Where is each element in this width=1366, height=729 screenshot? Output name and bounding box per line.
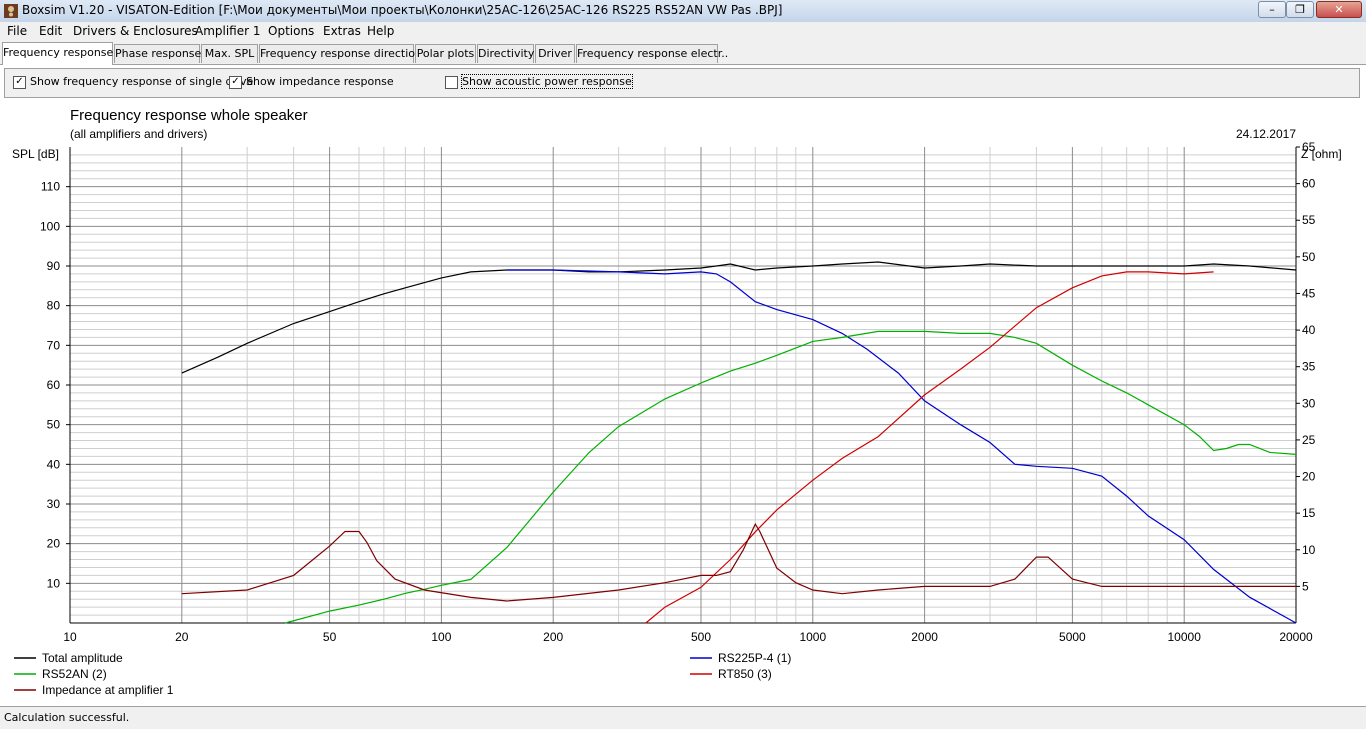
series-line-total-amplitude: [181, 261, 1297, 374]
menu-extras[interactable]: Extras: [323, 24, 361, 38]
impedance-label[interactable]: Show impedance response: [246, 75, 394, 88]
chart-title: Frequency response whole speaker: [70, 107, 308, 124]
tab-max-spl[interactable]: Max. SPL: [201, 44, 258, 63]
tab-frequency-response-electr[interactable]: Frequency response electr..: [576, 44, 728, 63]
checkmark-icon: ✓: [15, 76, 24, 87]
chart-area: Frequency response whole speaker (all am…: [0, 100, 1366, 704]
y-tick-label: 110: [41, 180, 60, 194]
chart-subtitle: (all amplifiers and drivers): [70, 127, 207, 141]
y-axis-label: SPL [dB]: [12, 147, 59, 161]
y2-tick-label: 45: [1302, 286, 1316, 300]
title-bar: Boxsim V1.20 - VISATON-Edition [F:\Мои д…: [0, 0, 1366, 23]
legend-label: RS52AN (2): [42, 667, 107, 681]
y-tick-label: 50: [47, 418, 61, 432]
minimize-button[interactable]: –: [1258, 1, 1286, 18]
maximize-button[interactable]: ❐: [1286, 1, 1314, 18]
y-tick-label: 40: [47, 457, 61, 471]
acoustic-power-label[interactable]: Show acoustic power response: [461, 74, 633, 89]
x-tick-label: 10000: [1168, 630, 1202, 644]
options-panel: ✓ Show frequency response of single driv…: [4, 68, 1360, 98]
checkmark-icon: ✓: [231, 76, 240, 87]
y-tick-label: 70: [47, 338, 61, 352]
menu-file[interactable]: File: [7, 24, 27, 38]
x-tick-label: 5000: [1059, 630, 1086, 644]
window-title: Boxsim V1.20 - VISATON-Edition [F:\Мои д…: [22, 3, 783, 17]
series-line-rs225p-4-1: [506, 269, 1297, 624]
close-icon: ✕: [1334, 3, 1344, 16]
menu-bar: File Edit Drivers & Enclosures Amplifier…: [0, 22, 1366, 42]
x-tick-label: 10: [63, 630, 77, 644]
x-tick-label: 200: [543, 630, 563, 644]
close-button[interactable]: ✕: [1316, 1, 1362, 18]
legend-label: Impedance at amplifier 1: [42, 683, 174, 697]
menu-help[interactable]: Help: [367, 24, 394, 38]
x-tick-label: 1000: [799, 630, 826, 644]
acoustic-power-checkbox[interactable]: [445, 76, 458, 89]
y2-tick-label: 20: [1302, 470, 1316, 484]
menu-drivers-enclosures[interactable]: Drivers & Enclosures: [73, 24, 198, 38]
x-tick-label: 20: [175, 630, 189, 644]
x-tick-label: 500: [691, 630, 711, 644]
legend-label: Total amplitude: [42, 651, 123, 665]
menu-options[interactable]: Options: [268, 24, 314, 38]
status-text: Calculation successful.: [4, 711, 130, 724]
status-bar: Calculation successful.: [0, 706, 1366, 729]
y-tick-label: 10: [47, 576, 61, 590]
y2-tick-label: 30: [1302, 396, 1316, 410]
y2-tick-label: 60: [1302, 177, 1316, 191]
frequency-response-chart: Frequency response whole speaker (all am…: [12, 107, 1342, 697]
y2-tick-label: 15: [1302, 506, 1316, 520]
tab-driver[interactable]: Driver: [535, 44, 575, 63]
minimize-icon: –: [1269, 3, 1275, 16]
y2-tick-label: 50: [1302, 250, 1316, 264]
tab-polar-plots[interactable]: Polar plots: [415, 44, 476, 63]
tab-bar: Frequency response. Phase response Max. …: [0, 42, 1366, 65]
x-tick-label: 100: [431, 630, 451, 644]
legend-label: RS225P-4 (1): [718, 651, 791, 665]
y-tick-label: 30: [47, 497, 61, 511]
y2-tick-label: 35: [1302, 360, 1316, 374]
y-tick-label: 60: [47, 378, 61, 392]
y2-tick-label: 10: [1302, 543, 1316, 557]
y2-tick-label: 55: [1302, 213, 1316, 227]
y-tick-label: 90: [47, 259, 61, 273]
chart-date: 24.12.2017: [1236, 127, 1296, 141]
single-drive-checkbox[interactable]: ✓: [13, 76, 26, 89]
x-tick-label: 50: [323, 630, 337, 644]
y2-tick-label: 5: [1302, 579, 1309, 593]
y-tick-label: 80: [47, 299, 61, 313]
single-drive-label[interactable]: Show frequency response of single drive: [30, 75, 253, 88]
y2-tick-label: 65: [1302, 140, 1316, 154]
x-tick-label: 2000: [911, 630, 938, 644]
y2-tick-label: 40: [1302, 323, 1316, 337]
y-tick-label: 20: [47, 537, 61, 551]
boxsim-app-icon: [4, 4, 18, 18]
menu-amplifier[interactable]: Amplifier 1: [195, 24, 261, 38]
tab-directivity[interactable]: Directivity: [477, 44, 534, 63]
menu-edit[interactable]: Edit: [39, 24, 62, 38]
tab-frequency-response[interactable]: Frequency response.: [2, 42, 117, 65]
y-tick-label: 100: [40, 219, 60, 233]
y2-tick-label: 25: [1302, 433, 1316, 447]
x-tick-label: 20000: [1279, 630, 1313, 644]
legend-label: RT850 (3): [718, 667, 772, 681]
tab-frequency-response-directions[interactable]: Frequency response directions: [259, 44, 428, 63]
impedance-checkbox[interactable]: ✓: [229, 76, 242, 89]
tab-phase-response[interactable]: Phase response: [114, 44, 201, 63]
restore-icon: ❐: [1295, 3, 1305, 16]
